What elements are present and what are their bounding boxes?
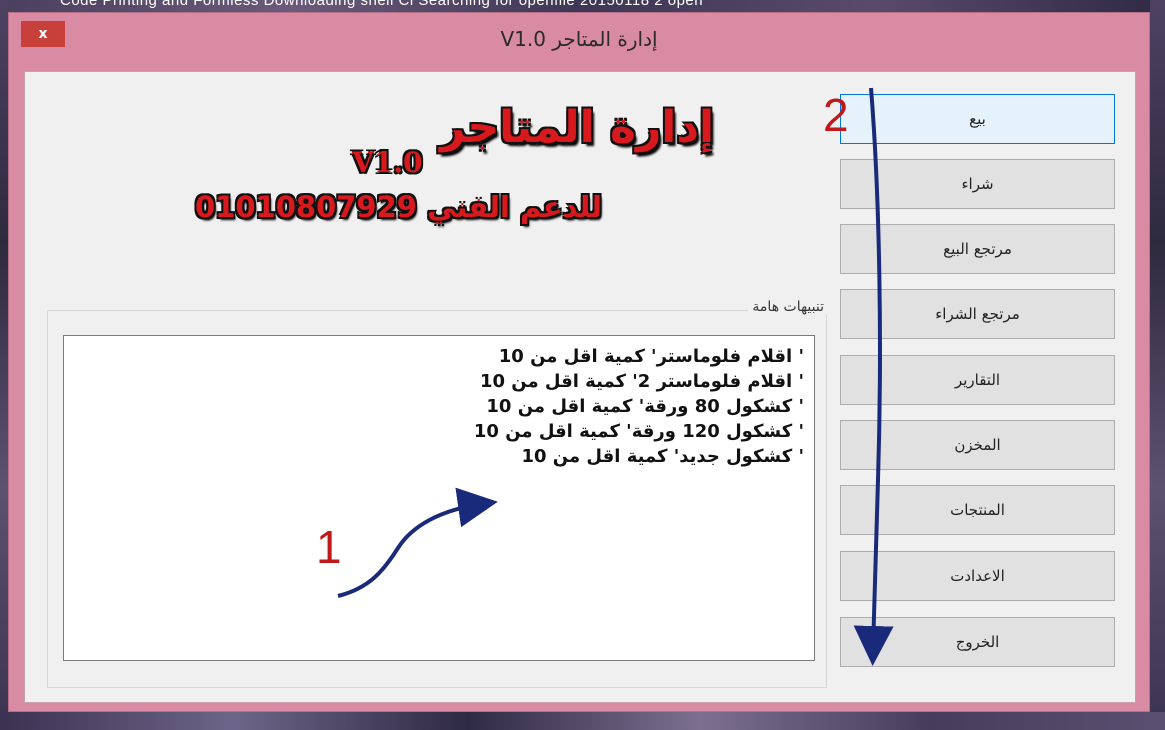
- inventory-button[interactable]: المخزن: [840, 420, 1115, 470]
- reports-button[interactable]: التقارير: [840, 355, 1115, 405]
- alert-line: ' كشكول 80 ورقة' كمية اقل من 10: [486, 396, 804, 417]
- main-window: x إدارة المتاجر V1.0 إدارة المتاجر V1.0 …: [8, 12, 1150, 712]
- alert-line: ' اقلام فلوماستر' كمية اقل من 10: [498, 346, 804, 367]
- sell-button[interactable]: بيع: [840, 94, 1115, 144]
- alerts-textbox[interactable]: ' اقلام فلوماستر' كمية اقل من 10 ' اقلام…: [63, 335, 815, 661]
- support-phone-text: للدعم الفني 01010807929: [195, 190, 603, 224]
- settings-button[interactable]: الاعدادت: [840, 551, 1115, 601]
- buy-button[interactable]: شراء: [840, 159, 1115, 209]
- background-taskbar-text: Code Printing and Formless Downloading s…: [60, 0, 704, 9]
- title-bar: x إدارة المتاجر V1.0: [9, 13, 1149, 71]
- annotation-number-2: 2: [823, 89, 849, 141]
- alert-line: ' اقلام فلوماستر 2' كمية اقل من 10: [479, 371, 804, 392]
- app-heading: إدارة المتاجر: [440, 102, 715, 153]
- desktop-background-top: Code Printing and Formless Downloading s…: [0, 0, 1165, 12]
- client-area: إدارة المتاجر V1.0 للدعم الفني 010108079…: [24, 71, 1136, 703]
- alerts-groupbox: تنبيهات هامة ' اقلام فلوماستر' كمية اقل …: [47, 299, 828, 688]
- desktop-background-bottom: [0, 712, 1165, 730]
- annotation-number-1: 1: [316, 521, 342, 573]
- alerts-group-title: تنبيهات هامة: [748, 299, 828, 315]
- products-button[interactable]: المنتجات: [840, 485, 1115, 535]
- window-title: إدارة المتاجر V1.0: [500, 27, 658, 51]
- alert-line: ' كشكول جديد' كمية اقل من 10: [521, 446, 804, 467]
- desktop-background-right: [1150, 0, 1165, 730]
- sales-return-button[interactable]: مرتجع البيع: [840, 224, 1115, 274]
- desktop-background-left: [0, 0, 8, 730]
- exit-button[interactable]: الخروج: [840, 617, 1115, 667]
- purchase-return-button[interactable]: مرتجع الشراء: [840, 289, 1115, 339]
- app-version: V1.0: [352, 146, 423, 179]
- alert-line: ' كشكول 120 ورقة' كمية اقل من 10: [473, 421, 804, 442]
